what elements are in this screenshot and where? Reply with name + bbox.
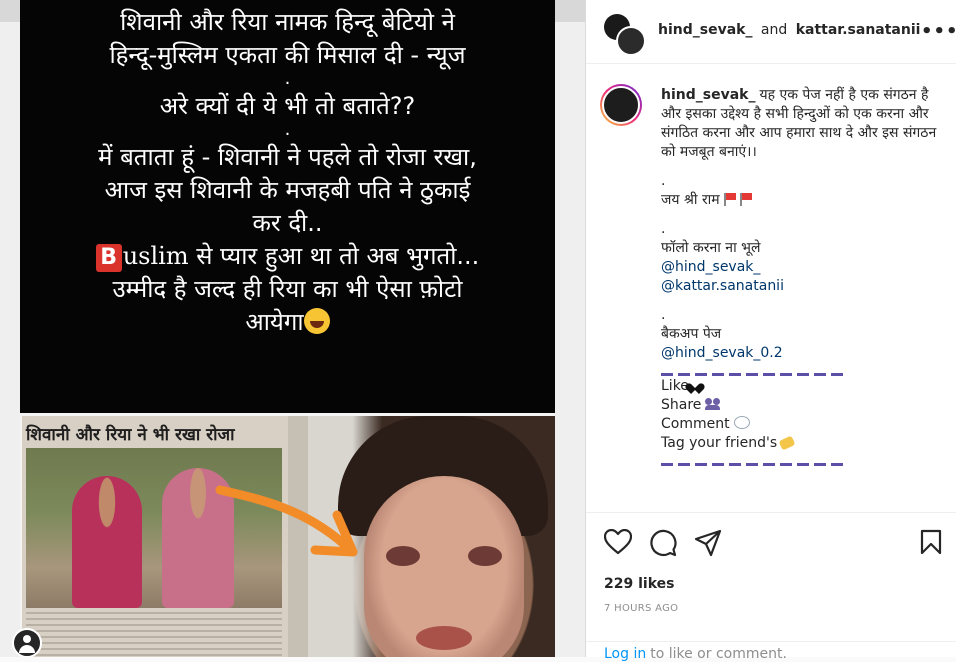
heart-icon[interactable] (604, 529, 632, 555)
login-link[interactable]: Log in (604, 646, 646, 662)
caption-avatar[interactable] (600, 84, 642, 126)
caption-share: Share (661, 397, 702, 413)
caption-dot-2: . (661, 221, 666, 237)
header-usernames: hind_sevak_ and kattar.sanatanii (658, 22, 920, 38)
caption-follow: फॉलो करना ना भूले (661, 240, 761, 256)
login-prompt: Log in to like or comment. (586, 641, 956, 662)
more-options-button[interactable]: ••• (921, 21, 956, 42)
face-shape (364, 476, 524, 657)
newspaper-person-1 (72, 476, 142, 608)
mention-hind-sevak[interactable]: @hind_sevak_ (661, 258, 951, 277)
post-side-panel: hind_sevak_ and kattar.sanatanii ••• hin… (585, 0, 956, 662)
header-username-1[interactable]: hind_sevak_ (658, 22, 752, 38)
card-line-4: में बताता हूं - शिवानी ने पहले तो रोजा र… (98, 143, 477, 171)
collab-avatars[interactable] (604, 14, 646, 56)
login-prompt-text: to like or comment. (650, 646, 787, 662)
people-icon (705, 398, 721, 410)
header-username-2[interactable]: kattar.sanatanii (796, 22, 921, 38)
card-line-7-rest: से प्यार हुआ था तो अब भुगतो... (188, 242, 480, 270)
likes-count[interactable]: 229 likes (604, 576, 674, 592)
caption-gap-2 (661, 210, 951, 220)
mention-kattar-sanatanii[interactable]: @kattar.sanatanii (661, 277, 951, 296)
orange-arrow-icon (215, 485, 358, 557)
card-line-5: आज इस शिवानी के मजहबी पति ने ठुकाई (104, 176, 471, 204)
mention-hind-sevak-backup[interactable]: @hind_sevak_0.2 (661, 344, 951, 363)
newspaper-headline: शिवानी और रिया ने भी रखा रोजा (26, 425, 235, 445)
caption-username[interactable]: hind_sevak_ (661, 87, 755, 103)
avatar-hind-sevak[interactable] (616, 26, 646, 56)
text-card: शिवानी और रिया नामक हिन्दू बेटियो ने हिन… (20, 0, 555, 413)
post-media[interactable]: शिवानी और रिया नामक हिन्दू बेटियो ने हिन… (0, 0, 585, 657)
dash-divider-2 (661, 455, 951, 466)
share-icon[interactable] (694, 529, 722, 557)
caption-tag: Tag your friend's (661, 435, 778, 451)
caption-avatar-image (602, 86, 640, 124)
caption-backup: बैकअप पेज (661, 326, 722, 342)
red-flag-icon (723, 193, 736, 206)
caption-comment-row: Comment (661, 415, 951, 434)
card-line-9-text: आयेगा (245, 308, 304, 336)
bruised-left-eye (386, 546, 420, 566)
caption-dot-1: . (661, 173, 666, 189)
black-heart-icon (689, 379, 701, 390)
post-header: hind_sevak_ and kattar.sanatanii ••• (586, 0, 956, 64)
caption-comment: Comment (661, 416, 730, 432)
card-line-6: कर दी.. (252, 209, 323, 237)
b-letter-badge: B (95, 244, 122, 272)
card-line-7: Buslim से प्यार हुआ था तो अब भुगतो... (20, 240, 555, 273)
card-line-8: उम्मीद है जल्द ही रिया का भी ऐसा फ़ोटो (112, 275, 463, 303)
tagged-users-icon[interactable] (12, 628, 42, 657)
caption-text: hind_sevak_ यह एक पेज नहीं है एक संगठन है… (661, 86, 951, 467)
card-line-1: शिवानी और रिया नामक हिन्दू बेटियो ने (120, 8, 455, 36)
caption-like-row: Like (661, 377, 951, 396)
laughing-emoji-icon (303, 308, 330, 334)
dash-divider-1 (661, 365, 951, 376)
caption-gap-3 (661, 296, 951, 306)
newspaper-text-columns (26, 612, 282, 657)
post-actions: 229 likes 7 HOURS AGO Log in to like or c… (586, 512, 956, 662)
caption-jai: जय श्री राम (661, 192, 720, 208)
b-suffix: uslim (122, 242, 189, 270)
comment-icon[interactable] (649, 529, 677, 557)
caption-dot-3: . (661, 307, 666, 323)
caption-jai-row: जय श्री राम (661, 191, 951, 210)
card-dot-1: . (284, 68, 291, 89)
caption-share-row: Share (661, 396, 951, 415)
post-timestamp: 7 HOURS AGO (604, 603, 679, 614)
card-dot-2: . (284, 119, 291, 140)
red-flag-icon (739, 193, 752, 206)
bookmark-icon[interactable] (920, 529, 942, 555)
caption-area: hind_sevak_ यह एक पेज नहीं है एक संगठन है… (586, 64, 956, 512)
swollen-lips (416, 626, 472, 650)
header-and-text: and (760, 22, 788, 38)
speech-bubble-icon (733, 416, 750, 429)
caption-gap-1 (661, 162, 951, 172)
card-line-9: आयेगा (20, 306, 555, 339)
hand-icon (778, 435, 796, 451)
bruised-right-eye (468, 546, 502, 566)
caption-tag-row: Tag your friend's (661, 434, 951, 453)
